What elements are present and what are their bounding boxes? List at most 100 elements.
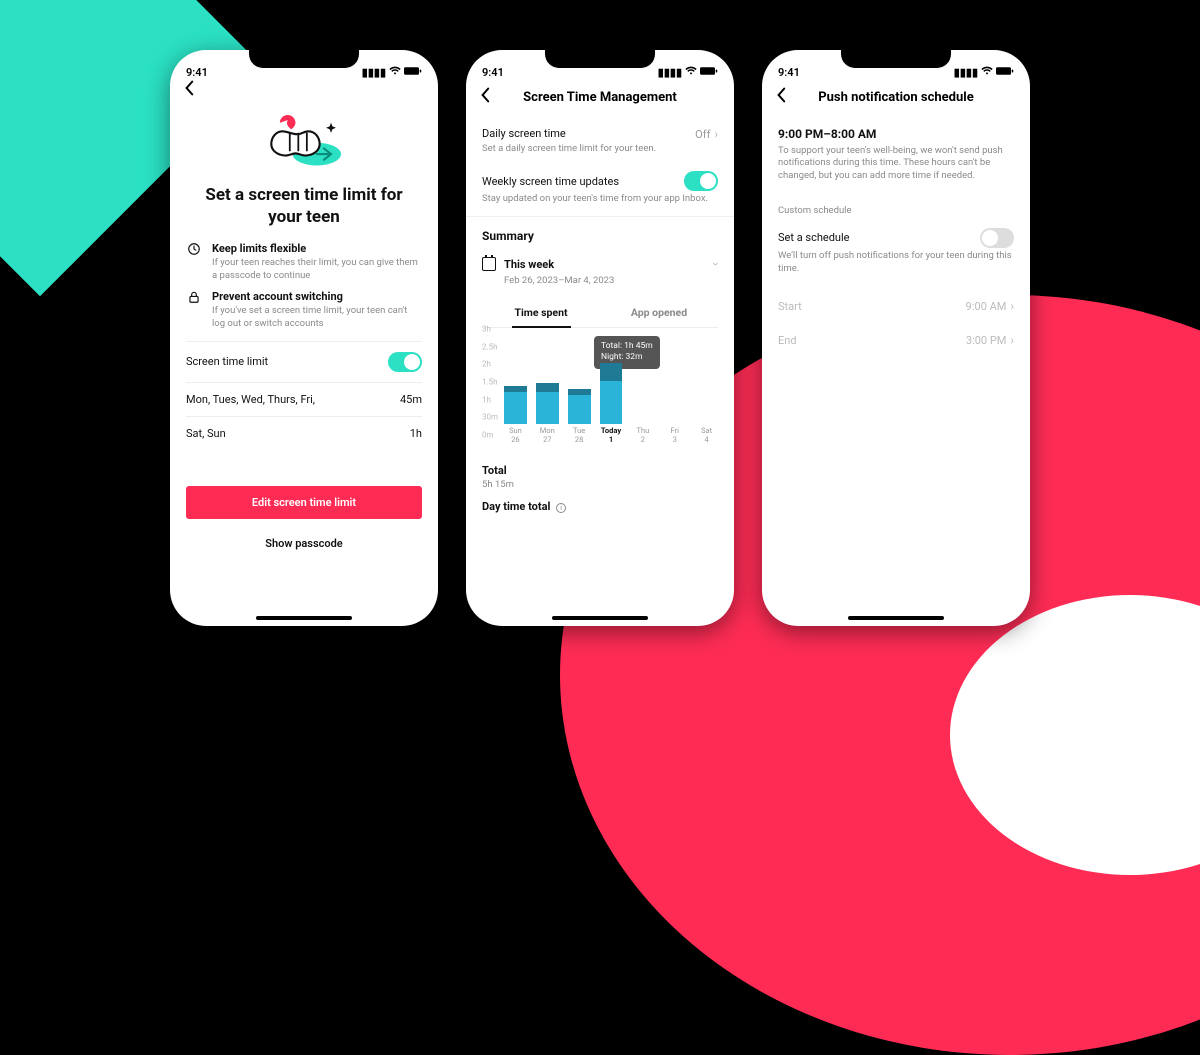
status-icons: ▮▮▮▮ xyxy=(362,66,422,79)
chart-tabs: Time spent App opened xyxy=(482,298,718,328)
chart-bar[interactable]: Today1 xyxy=(600,363,623,444)
chart-xlabel: Tue28 xyxy=(573,427,585,444)
weekdays-label: Mon, Tues, Wed, Thurs, Fri, xyxy=(186,393,315,406)
chart-xlabel: Fri3 xyxy=(671,427,679,444)
weekdays-value: 45m xyxy=(400,393,422,406)
summary-title: Summary xyxy=(482,229,718,243)
wifi-icon xyxy=(685,66,697,79)
week-picker[interactable]: This week xyxy=(482,257,554,271)
default-range-text: To support your teen's well-being, we wo… xyxy=(778,145,1014,183)
screen-header: Screen Time Management xyxy=(466,84,734,117)
bullet-title: Prevent account switching xyxy=(212,290,422,303)
status-time: 9:41 xyxy=(482,66,504,79)
chart-ytick: 2h xyxy=(482,360,491,369)
chart-ytick: 3h xyxy=(482,324,491,333)
bullet-flexible: Keep limits flexible If your teen reache… xyxy=(186,242,422,283)
page-title: Push notification schedule xyxy=(818,90,973,105)
end-label: End xyxy=(778,334,797,347)
total-value: 5h 15m xyxy=(482,479,514,490)
chart-ytick: 1.5h xyxy=(482,377,498,386)
battery-icon xyxy=(700,66,718,79)
page-title: Set a screen time limit for your teen xyxy=(200,184,408,228)
status-time: 9:41 xyxy=(778,66,800,79)
start-label: Start xyxy=(778,300,802,313)
weekend-row[interactable]: Sat, Sun 1h xyxy=(186,416,422,450)
screen-time-limit-label: Screen time limit xyxy=(186,355,268,368)
chart-ytick: 0m xyxy=(482,430,494,439)
bullet-text: If your teen reaches their limit, you ca… xyxy=(212,257,422,283)
chart-bar[interactable]: Sat4 xyxy=(695,424,718,444)
chart-bar[interactable]: Mon27 xyxy=(536,383,559,444)
chart-xlabel: Sat4 xyxy=(701,427,712,444)
info-icon[interactable]: i xyxy=(556,503,566,513)
phone-row: 9:41 ▮▮▮▮ xyxy=(0,0,1200,675)
chart-bar[interactable]: Tue28 xyxy=(568,389,591,444)
chart-ytick: 1h xyxy=(482,395,491,404)
battery-icon xyxy=(996,66,1014,79)
week-range: Feb 26, 2023–Mar 4, 2023 xyxy=(504,275,718,288)
chart-xlabel: Thu2 xyxy=(636,427,649,444)
signal-icon: ▮▮▮▮ xyxy=(362,66,386,79)
home-indicator[interactable] xyxy=(552,616,648,620)
start-value: 9:00 AM xyxy=(966,300,1007,313)
weekly-updates-label: Weekly screen time updates xyxy=(482,175,619,188)
chart-xlabel: Mon27 xyxy=(540,427,555,444)
daily-screen-time-value: Off xyxy=(695,128,710,141)
weekend-value: 1h xyxy=(410,427,422,440)
chart-ytick: 30m xyxy=(482,413,498,422)
battery-icon xyxy=(404,66,422,79)
back-button[interactable] xyxy=(776,87,786,107)
limit-illustration xyxy=(186,102,422,184)
end-value: 3:00 PM xyxy=(966,334,1006,347)
phone-notch xyxy=(545,50,655,68)
status-time: 9:41 xyxy=(186,66,208,79)
weekly-updates-toggle[interactable] xyxy=(684,171,718,191)
chevron-down-icon[interactable]: › xyxy=(709,262,723,266)
phone-notch xyxy=(841,50,951,68)
back-button[interactable] xyxy=(480,87,490,107)
chart-xlabel: Sun26 xyxy=(509,427,522,444)
week-picker-label: This week xyxy=(504,258,554,271)
weekdays-row[interactable]: Mon, Tues, Wed, Thurs, Fri, 45m xyxy=(186,382,422,416)
wifi-icon xyxy=(389,66,401,79)
set-schedule-toggle[interactable] xyxy=(980,228,1014,248)
phone-screen-time-management: 9:41 ▮▮▮▮ Screen Time Management Daily s… xyxy=(466,50,734,626)
set-schedule-label: Set a schedule xyxy=(778,231,850,244)
back-button[interactable] xyxy=(184,80,194,100)
daily-screen-time-label: Daily screen time xyxy=(482,127,566,140)
home-indicator[interactable] xyxy=(256,616,352,620)
weekly-updates-sub: Stay updated on your teen's time from yo… xyxy=(482,193,718,206)
chart-bar[interactable]: Fri3 xyxy=(663,424,686,444)
chart-bar[interactable]: Sun26 xyxy=(504,386,527,444)
status-icons: ▮▮▮▮ xyxy=(658,66,718,79)
edit-limit-button[interactable]: Edit screen time limit xyxy=(186,486,422,519)
tab-app-opened[interactable]: App opened xyxy=(600,298,718,327)
daily-screen-time-sub: Set a daily screen time limit for your t… xyxy=(482,143,718,156)
chart-bar[interactable]: Thu2 xyxy=(631,424,654,444)
daily-screen-time-row[interactable]: Daily screen time Off › xyxy=(482,117,718,143)
home-indicator[interactable] xyxy=(848,616,944,620)
custom-schedule-heading: Custom schedule xyxy=(778,205,1014,218)
set-schedule-sub: We'll turn off push notifications for yo… xyxy=(778,250,1014,276)
lock-icon xyxy=(186,290,202,331)
chevron-right-icon: › xyxy=(1010,333,1014,347)
screen-time-limit-toggle[interactable] xyxy=(388,352,422,372)
screen-header xyxy=(170,84,438,102)
chevron-right-icon: › xyxy=(1010,299,1014,313)
show-passcode-button[interactable]: Show passcode xyxy=(186,527,422,560)
clock-icon xyxy=(186,242,202,283)
chevron-right-icon: › xyxy=(714,127,718,141)
phone-notch xyxy=(249,50,359,68)
tab-time-spent[interactable]: Time spent xyxy=(482,298,600,327)
end-row[interactable]: End 3:00 PM › xyxy=(778,323,1014,357)
time-spent-chart[interactable]: Total: 1h 45m Night: 32m Sun26Mon27Tue28… xyxy=(482,338,718,458)
signal-icon: ▮▮▮▮ xyxy=(954,66,978,79)
status-icons: ▮▮▮▮ xyxy=(954,66,1014,79)
phone-push-notification-schedule: 9:41 ▮▮▮▮ Push notification schedule 9:0… xyxy=(762,50,1030,626)
start-row[interactable]: Start 9:00 AM› xyxy=(778,289,1014,323)
chart-ytick: 2.5h xyxy=(482,342,498,351)
page-title: Screen Time Management xyxy=(523,90,677,105)
bullet-title: Keep limits flexible xyxy=(212,242,422,255)
weekend-label: Sat, Sun xyxy=(186,427,226,440)
chart-xlabel: Today1 xyxy=(601,427,621,444)
